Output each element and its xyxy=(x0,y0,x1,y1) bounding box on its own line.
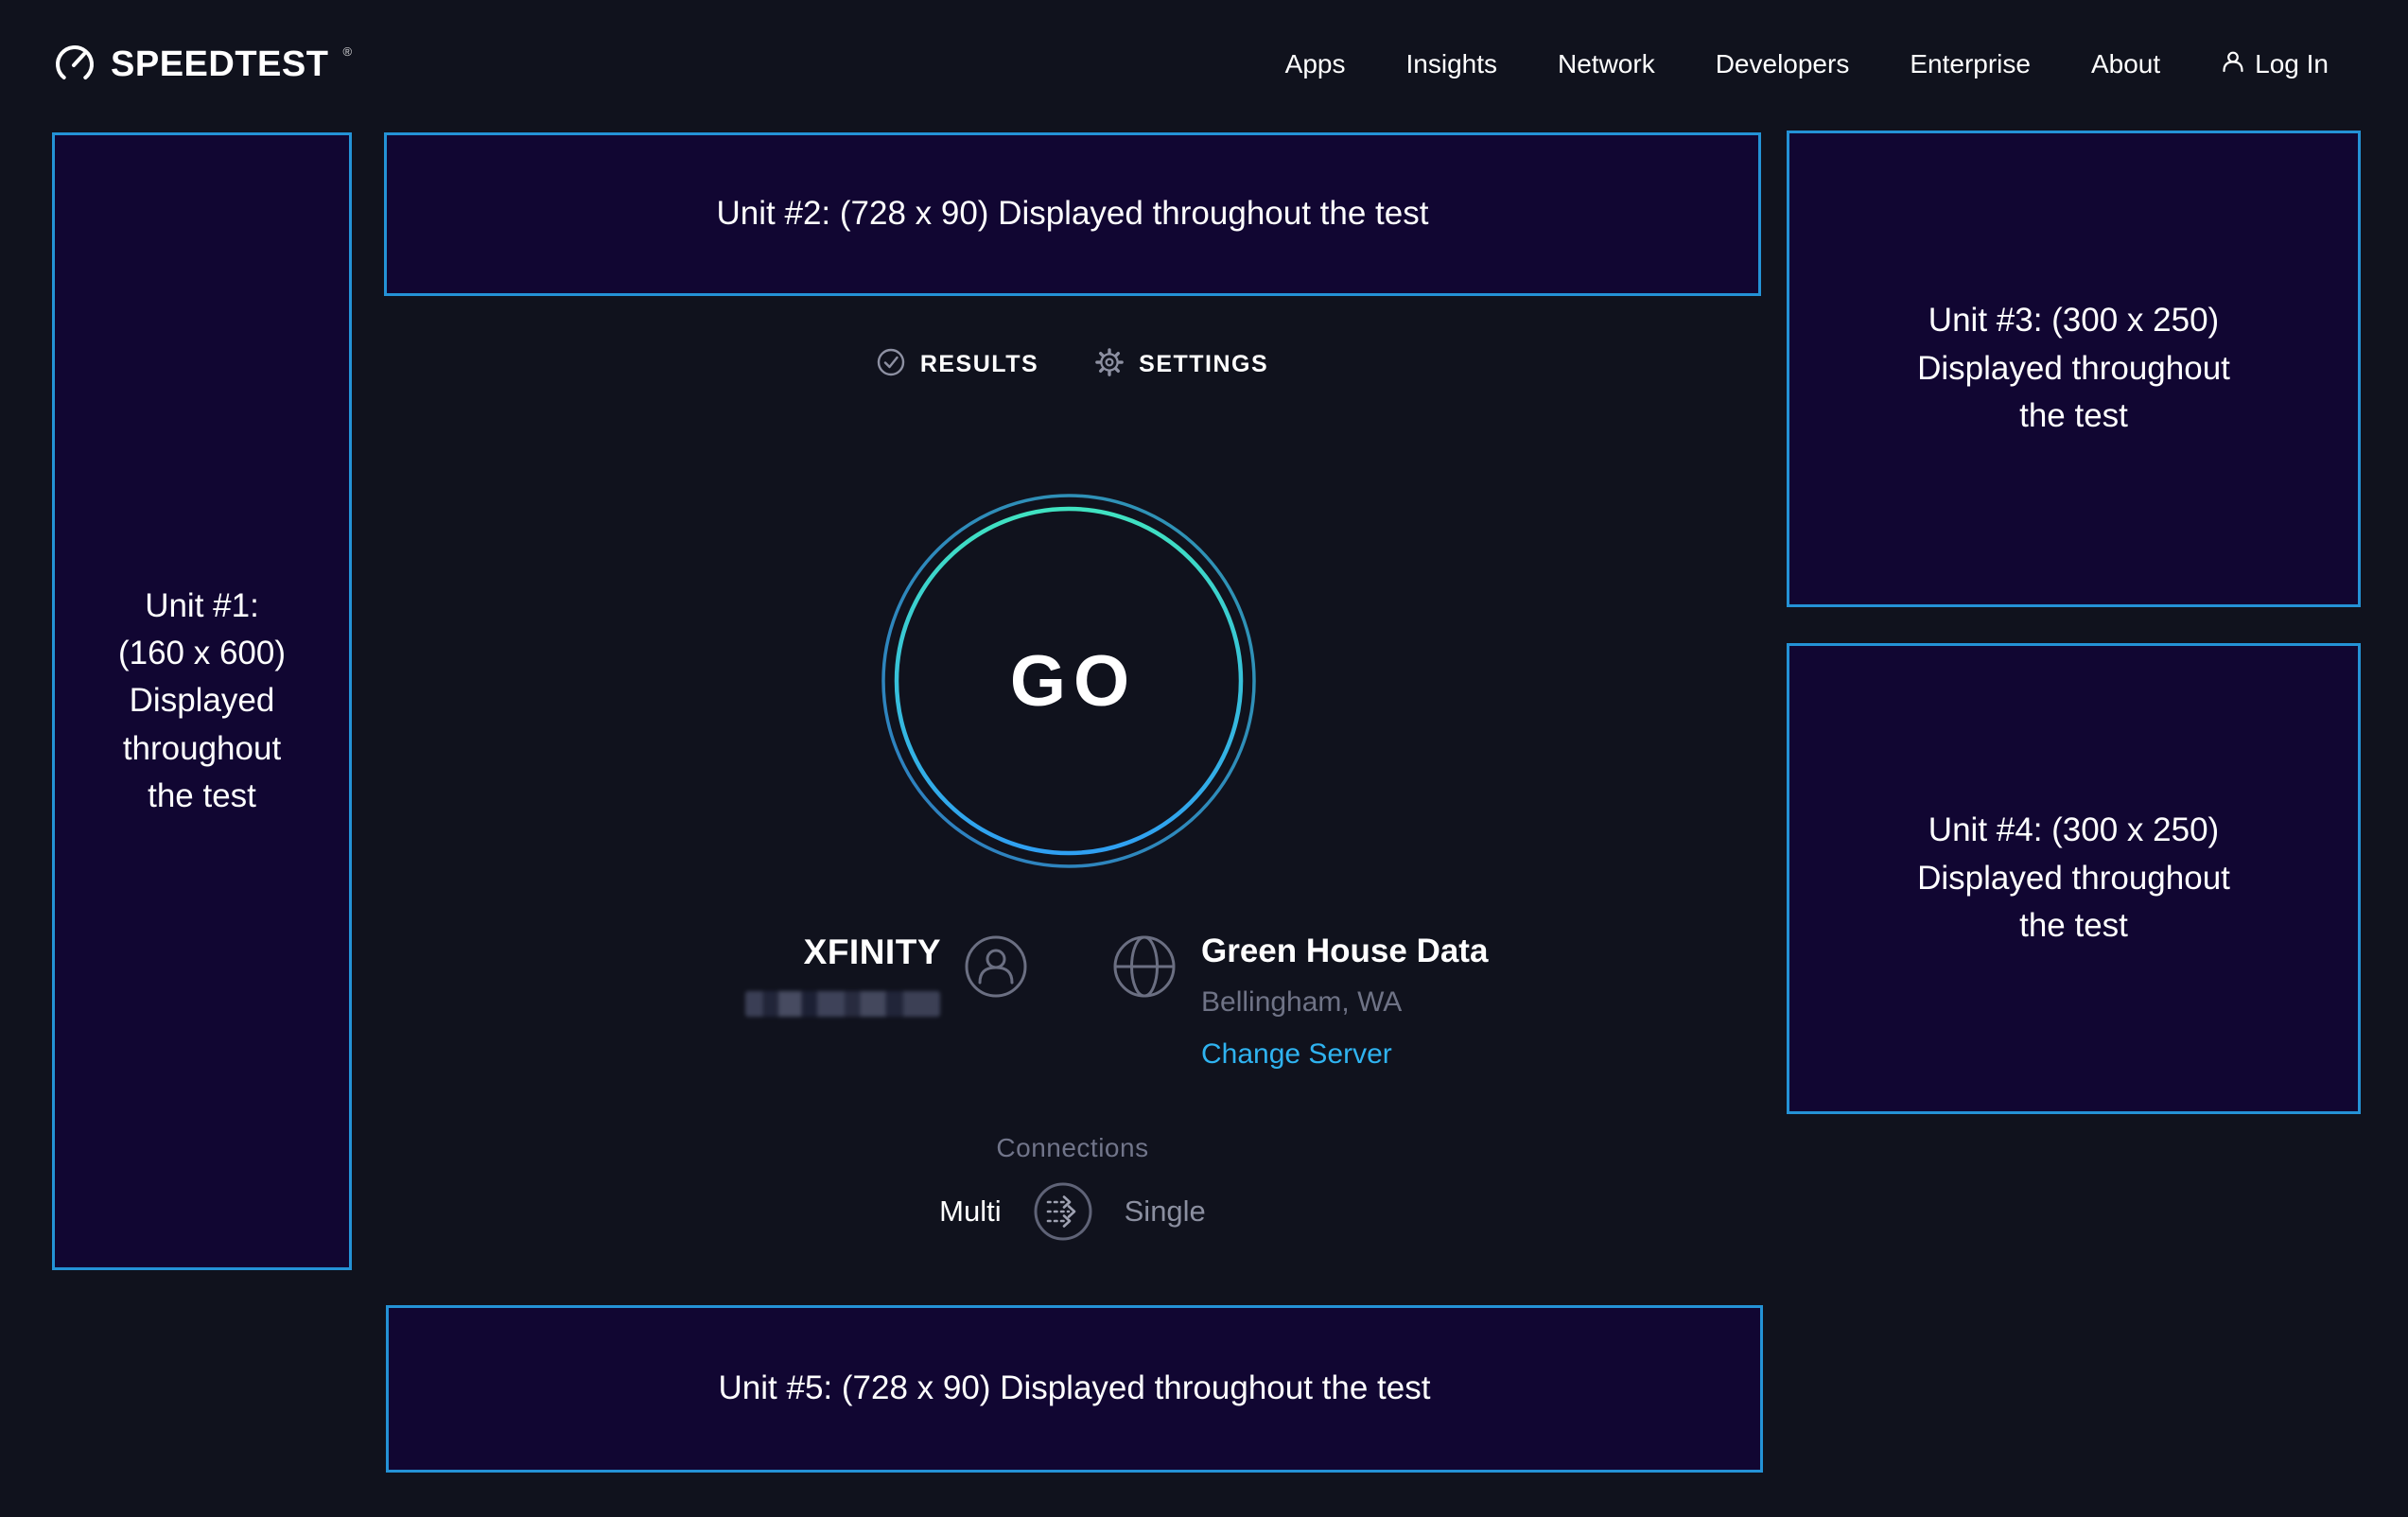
connections-multi-option[interactable]: Multi xyxy=(939,1194,1001,1229)
ad-line: the test xyxy=(2019,392,2128,440)
ad-unit-5-leaderboard[interactable]: Unit #5: (728 x 90) Displayed throughout… xyxy=(386,1305,1763,1473)
server-name: Green House Data xyxy=(1201,933,1488,970)
ad-line: Displayed throughout xyxy=(1917,855,2230,902)
ad-line: Displayed throughout xyxy=(1917,345,2230,392)
speedtest-page: SPEEDTEST ® Apps Insights Network Develo… xyxy=(0,0,2408,1517)
logo-trademark: ® xyxy=(342,44,352,59)
ad-unit-4-rectangle[interactable]: Unit #4: (300 x 250) Displayed throughou… xyxy=(1787,643,2361,1114)
tab-settings[interactable]: SETTINGS xyxy=(1095,348,1268,381)
top-nav-bar: SPEEDTEST ® Apps Insights Network Develo… xyxy=(52,36,2329,93)
isp-user-icon[interactable] xyxy=(958,929,1034,1004)
nav-item-apps[interactable]: Apps xyxy=(1285,49,1346,79)
ad-line: Unit #1: xyxy=(145,583,259,630)
log-in-label: Log In xyxy=(2255,49,2329,79)
speedometer-logo-icon xyxy=(52,40,97,90)
ad-line: (160 x 600) xyxy=(118,630,286,677)
tab-results[interactable]: RESULTS xyxy=(877,348,1038,381)
nav-item-network[interactable]: Network xyxy=(1558,49,1655,79)
tab-results-label: RESULTS xyxy=(920,351,1038,378)
nav-item-insights[interactable]: Insights xyxy=(1406,49,1498,79)
nav-item-enterprise[interactable]: Enterprise xyxy=(1910,49,2031,79)
ad-line: the test xyxy=(148,773,256,820)
ad-unit-1-skyscraper[interactable]: Unit #1: (160 x 600) Displayed throughou… xyxy=(52,132,352,1270)
user-icon xyxy=(2221,49,2245,80)
test-tabs: RESULTS xyxy=(384,348,1761,381)
connections-row: Multi Single xyxy=(384,1175,1761,1248)
server-info: Green House Data Bellingham, WA Change S… xyxy=(1201,933,1488,1071)
server-globe-icon[interactable] xyxy=(1107,929,1182,1004)
log-in-button[interactable]: Log In xyxy=(2221,49,2329,80)
change-server-link[interactable]: Change Server xyxy=(1201,1038,1488,1071)
speedtest-logo[interactable]: SPEEDTEST ® xyxy=(52,40,351,90)
ad-line: the test xyxy=(2019,902,2128,950)
logo-text: SPEEDTEST xyxy=(111,44,328,85)
nav-item-about[interactable]: About xyxy=(2091,49,2160,79)
connections-single-option[interactable]: Single xyxy=(1125,1194,1206,1229)
isp-id-masked xyxy=(745,991,940,1017)
nav-menu: Apps Insights Network Developers Enterpr… xyxy=(1285,49,2329,80)
check-circle-icon xyxy=(877,348,905,381)
ad-unit-3-rectangle[interactable]: Unit #3: (300 x 250) Displayed throughou… xyxy=(1787,131,2361,607)
nav-item-developers[interactable]: Developers xyxy=(1716,49,1850,79)
ad-line: throughout xyxy=(123,725,281,773)
ad-line: Unit #5: (728 x 90) Displayed throughout… xyxy=(719,1365,1431,1412)
ad-unit-2-leaderboard[interactable]: Unit #2: (728 x 90) Displayed throughout… xyxy=(384,132,1761,296)
connections-toggle-icon[interactable] xyxy=(1026,1175,1100,1248)
ad-line: Unit #3: (300 x 250) xyxy=(1928,297,2219,344)
go-label: GO xyxy=(880,492,1258,870)
go-button[interactable]: GO xyxy=(880,492,1258,870)
connections-label: Connections xyxy=(384,1133,1761,1163)
ad-line: Unit #4: (300 x 250) xyxy=(1928,807,2219,854)
tab-settings-label: SETTINGS xyxy=(1139,351,1268,378)
gear-icon xyxy=(1095,348,1124,381)
server-location: Bellingham, WA xyxy=(1201,986,1488,1019)
ad-line: Displayed xyxy=(130,677,275,724)
ad-line: Unit #2: (728 x 90) Displayed throughout… xyxy=(717,190,1429,237)
isp-name: XFINITY xyxy=(733,933,941,972)
